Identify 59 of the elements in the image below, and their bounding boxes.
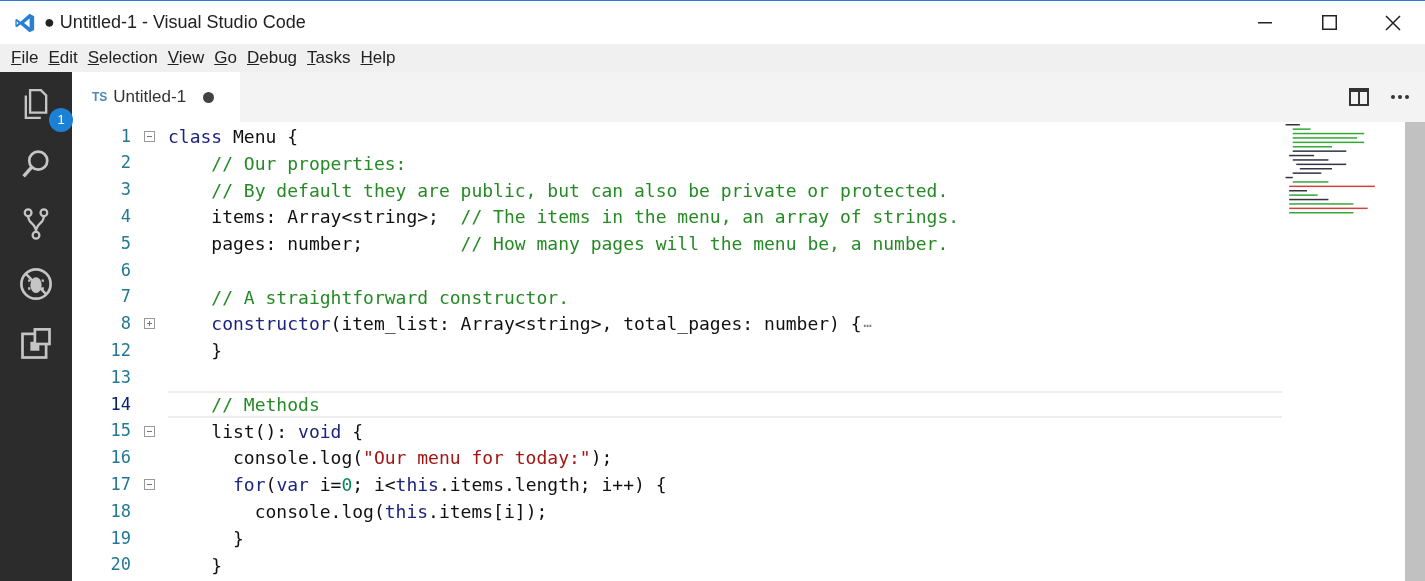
code-line: constructor(item_list: Array<string>, total_pages: number) {⋯	[211, 312, 872, 337]
maximize-icon	[1321, 15, 1337, 30]
menu-item[interactable]: View	[162, 45, 210, 71]
line-number: 4	[119, 205, 131, 229]
code-line: items: Array<string>; // The items in the menu, an array of strings.	[211, 205, 960, 230]
collapse-icon[interactable]	[144, 130, 155, 142]
line-number: 16	[109, 446, 131, 470]
collapse-icon[interactable]	[144, 479, 155, 491]
more-icon[interactable]	[1391, 95, 1409, 99]
line-number: 17	[109, 473, 131, 496]
code-line: class Menu {	[168, 124, 299, 149]
extensions-icon[interactable]	[18, 326, 54, 362]
close-icon	[1385, 14, 1401, 31]
tab-title: Untitled-1	[113, 86, 187, 109]
count-badge: 1	[49, 108, 73, 132]
menu-item[interactable]: Debug	[241, 45, 303, 71]
menu-item[interactable]: Selection	[82, 45, 163, 71]
code-line: }	[211, 339, 223, 364]
app-logo-icon	[14, 11, 36, 34]
line-number: 19	[109, 526, 131, 550]
line-number: 14	[109, 392, 131, 416]
line-number: 6	[119, 258, 131, 282]
code-line: for(var i=0; i<this.items.length; i++) {	[233, 473, 667, 498]
files-icon[interactable]	[23, 89, 49, 119]
code-line: // By default they are public, but can also be private or protected.	[211, 178, 949, 203]
menu-item[interactable]: File	[6, 45, 44, 71]
line-number: 7	[119, 285, 131, 309]
code-line: // A straightforward constructor.	[211, 285, 569, 310]
editor-tab[interactable]: TS Untitled-1	[72, 72, 240, 122]
line-number: 18	[109, 499, 131, 523]
menu-item[interactable]: Tasks	[302, 45, 356, 71]
code-line: console.log(this.items[i]);	[254, 500, 548, 525]
line-number: 8	[119, 312, 131, 336]
line-number: 5	[119, 231, 131, 255]
code-line: list(): void {	[211, 419, 364, 444]
window-title: ● Untitled-1 - Visual Studio Code	[44, 11, 306, 34]
line-number: 3	[119, 178, 131, 202]
scrollbar[interactable]	[1405, 122, 1425, 581]
line-number: 12	[109, 339, 131, 362]
line-number: 20	[109, 553, 131, 577]
code-line: console.log("Our menu for today:");	[233, 446, 613, 471]
line-number: 2	[119, 151, 131, 175]
expand-icon[interactable]	[144, 318, 155, 330]
code-line: }	[211, 553, 223, 578]
line-number: 15	[109, 419, 131, 443]
split-editor-icon[interactable]	[1349, 88, 1369, 106]
code-line: // Methods	[211, 392, 320, 417]
line-number: 1	[119, 124, 131, 148]
no-bug-icon[interactable]	[18, 266, 54, 302]
typescript-label: TS	[92, 89, 108, 106]
menu-item[interactable]: Go	[209, 45, 242, 71]
code-line: pages: number; // How many pages will the menu be, a number.	[211, 232, 949, 257]
minimize-icon	[1258, 21, 1272, 24]
code-line: }	[233, 526, 244, 551]
collapse-icon[interactable]	[144, 425, 155, 437]
menu-item[interactable]: Edit	[43, 45, 83, 71]
menu-item[interactable]: Help	[355, 45, 401, 71]
code-line: // Our properties:	[211, 151, 407, 176]
line-number: 13	[109, 365, 131, 389]
